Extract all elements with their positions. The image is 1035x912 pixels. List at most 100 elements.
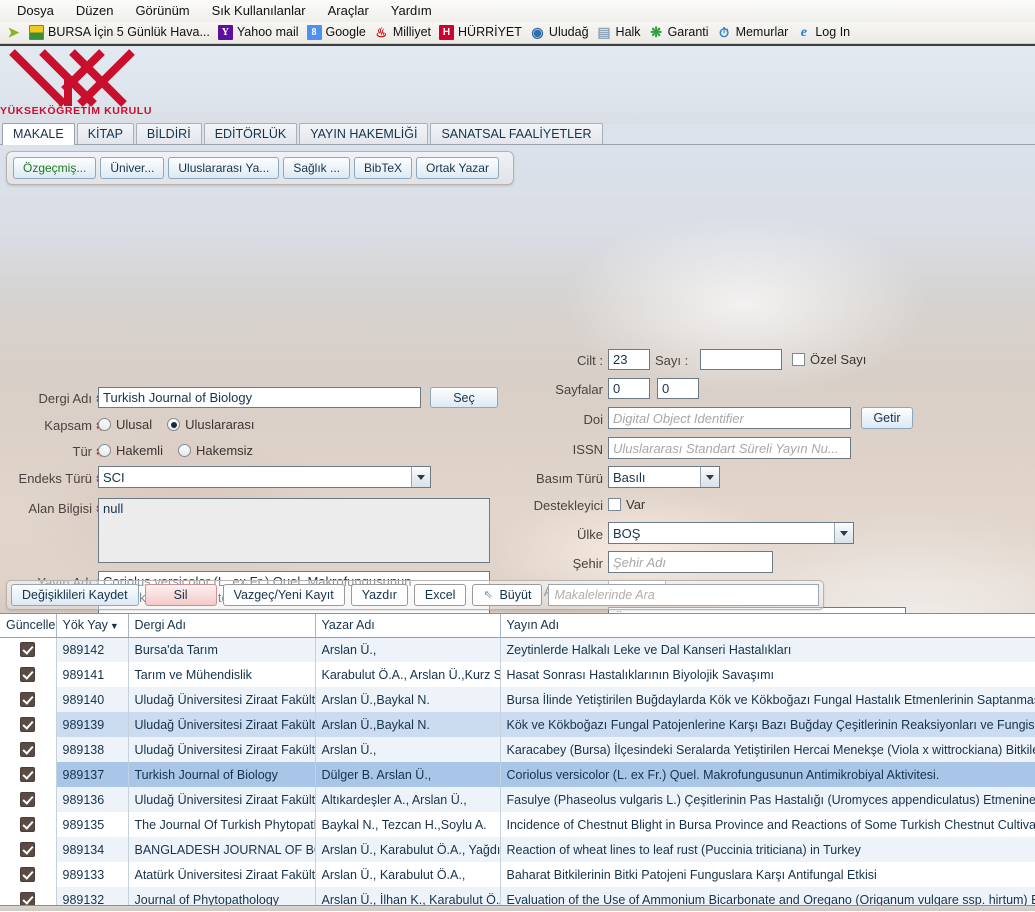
cell-yazar-adi[interactable]: Karabulut Ö.A., Arslan Ü.,Kurz S., Kuden… xyxy=(315,662,501,687)
cell-dergi-adi[interactable]: Uludağ Üniversitesi Ziraat Fakültesi Der… xyxy=(128,787,316,812)
menu-sik-kullanilanlar[interactable]: Sık Kullanılanlar xyxy=(201,1,317,21)
bookmark-bursa-hava[interactable]: BURSA İçin 5 Günlük Hava... xyxy=(26,25,215,40)
row-update-checkbox[interactable] xyxy=(20,792,36,808)
row-update-checkbox[interactable] xyxy=(20,767,36,783)
row-update-checkbox[interactable] xyxy=(20,817,36,833)
cell-guncelle[interactable] xyxy=(0,862,57,887)
table-row[interactable]: 989135The Journal Of Turkish Phytopathol… xyxy=(0,812,1035,837)
menu-araclar[interactable]: Araçlar xyxy=(317,1,380,21)
search-input[interactable] xyxy=(548,584,819,606)
cell-guncelle[interactable] xyxy=(0,712,57,737)
cell-yayin-adi[interactable]: Fasulye (Phaseolus vulgaris L.) Çeşitler… xyxy=(500,787,1035,812)
cell-yok-yay[interactable]: 989142 xyxy=(56,637,129,662)
cell-dergi-adi[interactable]: Turkish Journal of Biology xyxy=(128,762,316,787)
cell-dergi-adi[interactable]: Uludağ Üniversitesi Ziraat Fakültesi Der… xyxy=(128,737,316,762)
bookmark-halk[interactable]: ▤ Halk xyxy=(594,24,646,40)
kapsam-radio-uluslararasi[interactable] xyxy=(167,418,181,431)
ulke-select[interactable] xyxy=(608,522,854,544)
table-row[interactable]: 989138Uludağ Üniversitesi Ziraat Fakülte… xyxy=(0,737,1035,762)
chevron-down-icon[interactable] xyxy=(834,523,853,543)
cell-guncelle[interactable] xyxy=(0,737,57,762)
tab-sanatsal-faaliyetler[interactable]: SANATSAL FAALİYETLER xyxy=(430,123,603,144)
sayfalar-from-input[interactable] xyxy=(608,378,650,399)
column-header-yok-yay[interactable]: Yök Yay ▼ xyxy=(56,614,129,638)
chevron-down-icon[interactable] xyxy=(411,467,430,487)
cell-yazar-adi[interactable]: Arslan Ü., Karabulut Ö.A., xyxy=(315,862,501,887)
kapsam-radio-ulusal[interactable] xyxy=(98,418,111,431)
table-row[interactable]: 989142 Bursa'da Tarım Arslan Ü., Zeytinlerd… xyxy=(0,637,1035,662)
table-row[interactable]: 989137 Turkish Journal of Biology Dülger B… xyxy=(0,762,1035,787)
tur-radio-hakemli[interactable] xyxy=(98,444,111,457)
cell-yayin-adi[interactable]: Hasat Sonrası Hastalıklarının Biyolojik … xyxy=(500,662,1035,687)
cell-yazar-adi[interactable]: Arslan Ü., Karabulut Ö.A., Yağdı K. xyxy=(315,837,501,862)
menu-gorunum[interactable]: Görünüm xyxy=(124,1,200,21)
row-update-checkbox[interactable] xyxy=(20,842,36,858)
tab-yayin-hakemligi[interactable]: YAYIN HAKEMLİĞİ xyxy=(299,123,429,144)
cell-dergi-adi[interactable]: BANGLADESH JOURNAL OF BOTANY xyxy=(128,837,316,862)
bookmark-garanti[interactable]: ❋ Garanti xyxy=(646,24,714,40)
save-changes-button[interactable]: Değişiklileri Kaydet xyxy=(11,584,139,606)
bookmark-uludag[interactable]: ◉ Uludağ xyxy=(527,24,594,40)
cancel-new-record-button[interactable]: Vazgeç/Yeni Kayıt xyxy=(222,584,345,606)
cell-yazar-adi[interactable]: Arslan Ü.,Baykal N. xyxy=(315,712,501,737)
bookmark-log-in[interactable]: e Log In xyxy=(793,25,855,40)
uluslararasi-yayin-button[interactable]: Uluslararası Ya... xyxy=(168,157,280,179)
ozel-sayi-checkbox[interactable] xyxy=(792,353,805,366)
sayfalar-to-input[interactable] xyxy=(657,378,699,399)
cell-yayin-adi[interactable]: Baharat Bitkilerinin Bitki Patojeni Fung… xyxy=(500,862,1035,887)
cell-yok-yay[interactable]: 989139 xyxy=(56,712,129,737)
cell-yayin-adi[interactable]: Kök ve Kökboğazı Fungal Patojenlerine Ka… xyxy=(500,712,1035,737)
bookmark-memurlar[interactable]: ⏱ Memurlar xyxy=(714,25,794,40)
table-row[interactable]: 989139Uludağ Üniversitesi Ziraat Fakülte… xyxy=(0,712,1035,737)
column-header-yayin-adi[interactable]: Yayın Adı xyxy=(500,614,1035,638)
cilt-input[interactable] xyxy=(608,349,650,370)
ulke-value[interactable] xyxy=(608,522,854,544)
cell-yok-yay[interactable]: 989140 xyxy=(56,687,129,712)
tur-radio-hakemsiz[interactable] xyxy=(177,444,191,457)
dergi-adi-input[interactable] xyxy=(98,387,421,408)
issn-input[interactable] xyxy=(608,437,851,459)
endeks-turu-select[interactable] xyxy=(98,466,431,488)
cell-yayin-adi[interactable]: Bursa İlinde Yetiştirilen Buğdaylarda Kö… xyxy=(500,687,1035,712)
column-header-guncelle[interactable]: Güncelle xyxy=(0,614,57,638)
cell-guncelle[interactable] xyxy=(0,762,57,787)
cell-yok-yay[interactable]: 989135 xyxy=(56,812,129,837)
cell-dergi-adi[interactable]: Tarım ve Mühendislik xyxy=(128,662,316,687)
row-update-checkbox[interactable] xyxy=(20,692,36,708)
table-row[interactable]: 989134BANGLADESH JOURNAL OF BOTANYArslan… xyxy=(0,837,1035,862)
enlarge-button[interactable]: ⇖ Büyüt xyxy=(472,584,543,606)
ozgecmis-button[interactable]: Özgeçmiş... xyxy=(13,157,97,179)
cell-dergi-adi[interactable]: Uludağ Üniversitesi Ziraat Fakültesi Der… xyxy=(128,687,316,712)
cell-yok-yay[interactable]: 989141 xyxy=(56,662,129,687)
cell-yazar-adi[interactable]: Baykal N., Tezcan H.,Soylu A. xyxy=(315,812,501,837)
cell-guncelle[interactable] xyxy=(0,637,57,662)
chevron-down-icon[interactable] xyxy=(700,467,719,487)
cell-yok-yay[interactable]: 989133 xyxy=(56,862,129,887)
table-row[interactable]: 989133 Atatürk Üniversitesi Ziraat Fakült… xyxy=(0,862,1035,887)
row-update-checkbox[interactable] xyxy=(20,867,36,883)
bookmark-milliyet[interactable]: ♨ Milliyet xyxy=(371,25,436,40)
cell-yayin-adi[interactable]: Karacabey (Bursa) İlçesindeki Seralarda … xyxy=(500,737,1035,762)
tab-makale[interactable]: MAKALE xyxy=(2,123,75,145)
sehir-input[interactable] xyxy=(608,551,773,573)
row-update-checkbox[interactable] xyxy=(20,717,36,733)
ortak-yazar-button[interactable]: Ortak Yazar xyxy=(416,157,499,179)
cell-yazar-adi[interactable]: Arslan Ü., xyxy=(315,737,501,762)
endeks-turu-value[interactable] xyxy=(98,466,431,488)
excel-export-button[interactable]: Excel xyxy=(413,584,467,606)
bookmark-hurriyet[interactable]: H HÜRRİYET xyxy=(436,25,527,40)
column-header-dergi-adi[interactable]: Dergi Adı xyxy=(128,614,316,638)
doi-input[interactable] xyxy=(608,407,851,429)
cell-yazar-adi[interactable]: Arslan Ü.,Baykal N. xyxy=(315,687,501,712)
tab-kitap[interactable]: KİTAP xyxy=(76,123,134,144)
delete-button[interactable]: Sil xyxy=(144,584,217,606)
cell-yayin-adi[interactable]: Coriolus versicolor (L. ex Fr.) Quel. Ma… xyxy=(500,762,1035,787)
cell-guncelle[interactable] xyxy=(0,687,57,712)
cell-yayin-adi[interactable]: Incidence of Chestnut Blight in Bursa Pr… xyxy=(500,812,1035,837)
menu-duzen[interactable]: Düzen xyxy=(65,1,125,21)
basim-turu-select[interactable] xyxy=(608,466,720,488)
cell-guncelle[interactable] xyxy=(0,662,57,687)
getir-button[interactable]: Getir xyxy=(861,407,913,429)
cell-guncelle[interactable] xyxy=(0,837,57,862)
cell-guncelle[interactable] xyxy=(0,812,57,837)
